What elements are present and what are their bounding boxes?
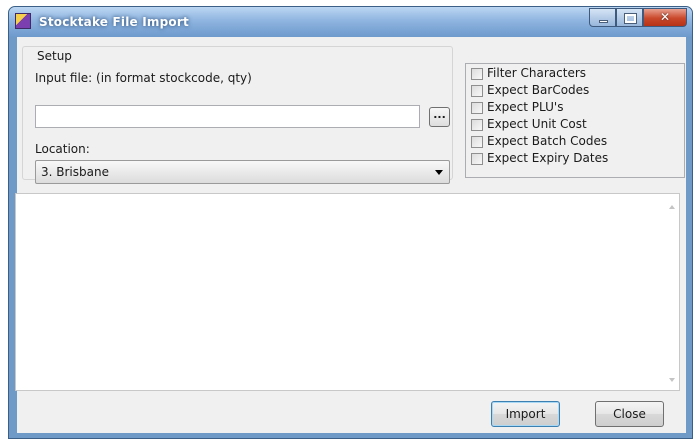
import-button[interactable]: Import (491, 401, 560, 427)
close-icon: ✕ (659, 10, 671, 24)
filter-characters-label: Filter Characters (487, 66, 587, 80)
expect-unit-cost-checkbox[interactable] (471, 119, 483, 131)
browse-file-button[interactable]: ... (429, 107, 450, 127)
filter-characters-checkbox[interactable] (471, 68, 483, 80)
title-bar[interactable]: Stocktake File Import ✕ (9, 7, 692, 37)
location-dropdown[interactable]: 3. Brisbane (35, 160, 450, 184)
setup-legend: Setup (35, 49, 74, 63)
expect-batch-codes-label: Expect Batch Codes (487, 134, 608, 148)
maximize-icon (624, 13, 637, 24)
input-file-label: Input file: (in format stockcode, qty) (35, 71, 252, 85)
chevron-down-icon (435, 170, 443, 175)
maximize-button[interactable] (616, 8, 643, 27)
close-window-button[interactable]: ✕ (643, 8, 687, 27)
expect-plus-label: Expect PLU's (487, 100, 564, 114)
stocktake-app-icon (15, 13, 31, 29)
setup-groupbox: Setup Input file: (in format stockcode, … (22, 46, 453, 184)
scroll-down-arrow-icon[interactable] (669, 378, 675, 382)
expect-expiry-dates-checkbox[interactable] (471, 153, 483, 165)
location-selected-value: 3. Brisbane (41, 165, 109, 179)
import-log-textarea[interactable] (15, 193, 680, 391)
expect-plus-checkbox[interactable] (471, 102, 483, 114)
expect-barcodes-label: Expect BarCodes (487, 83, 590, 97)
close-button[interactable]: Close (595, 401, 664, 427)
minimize-icon (599, 20, 608, 23)
expect-unit-cost-label: Expect Unit Cost (487, 117, 587, 131)
expect-expiry-dates-label: Expect Expiry Dates (487, 151, 609, 165)
location-label: Location: (35, 142, 90, 156)
input-file-field[interactable] (35, 105, 420, 128)
window-title: Stocktake File Import (39, 15, 189, 29)
minimize-button[interactable] (589, 8, 616, 27)
scroll-up-arrow-icon[interactable] (669, 205, 675, 209)
import-options-list: Filter Characters Expect BarCodes Expect… (465, 63, 685, 178)
expect-barcodes-checkbox[interactable] (471, 85, 483, 97)
expect-batch-codes-checkbox[interactable] (471, 136, 483, 148)
